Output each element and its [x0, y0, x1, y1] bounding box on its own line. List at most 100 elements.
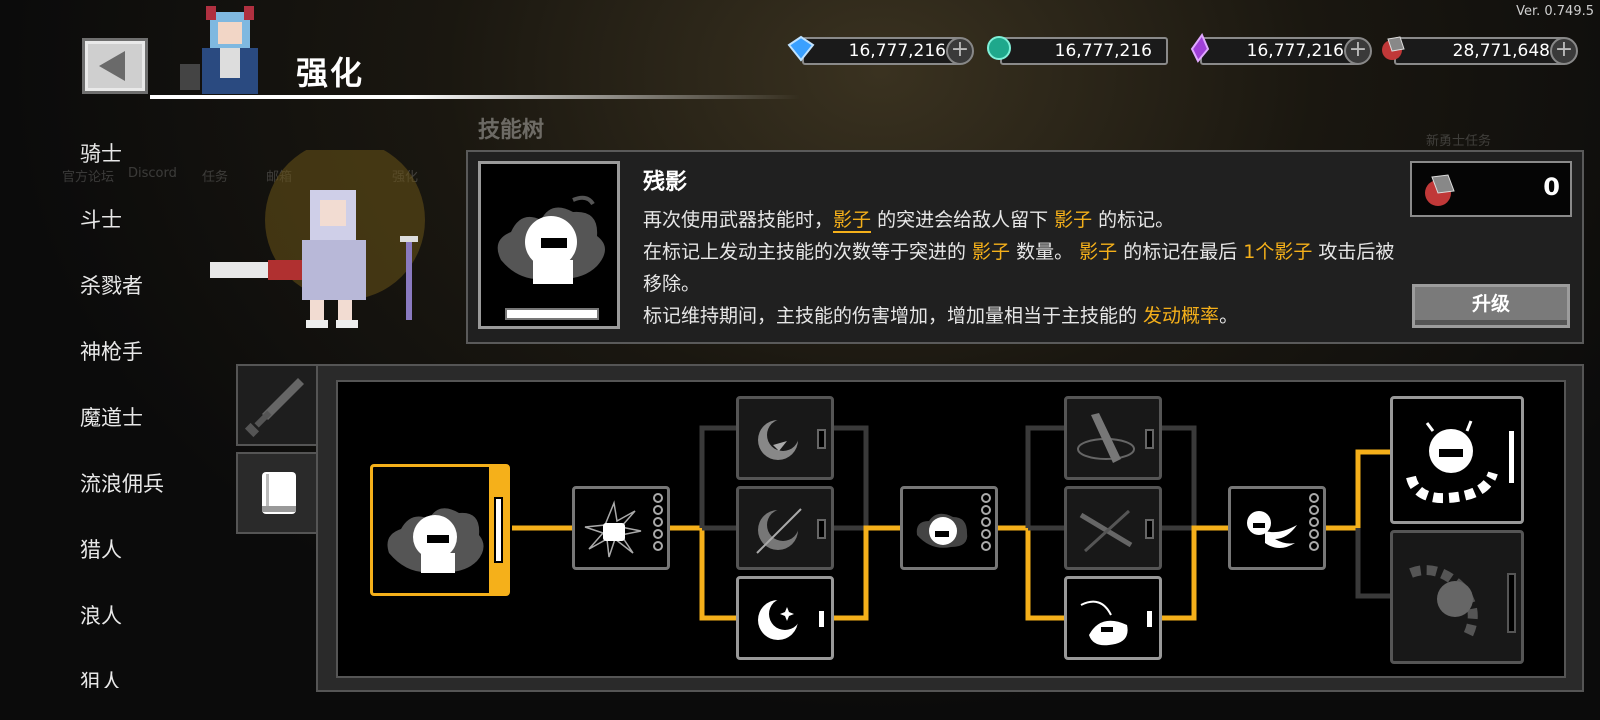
class-item-mage[interactable]: 魔道士 [80, 402, 143, 432]
skill-node-fist[interactable] [572, 486, 670, 570]
skill-node-ultimate-a[interactable] [1390, 396, 1524, 524]
skill-tree-panel [316, 364, 1584, 692]
afterimage-icon [387, 508, 484, 573]
raccoon-ultimate-icon [1406, 420, 1498, 503]
node-slot [1145, 609, 1154, 629]
desc-text: 的标记在最后 [1117, 241, 1244, 263]
cross-slash-icon [1079, 509, 1133, 553]
dark-moon-icon [758, 419, 799, 460]
skill-node-cross-slash[interactable] [1064, 486, 1162, 570]
teal-crystal-icon [987, 36, 1011, 60]
fist-burst-icon [584, 500, 642, 558]
currency-gem: 16,777,216 + [787, 35, 974, 65]
currency-teal: 16,777,216 [987, 36, 1168, 65]
desc-text: 在标记上发动主技能的次数等于突进的 [643, 241, 973, 263]
desc-text: 。 [1219, 305, 1239, 327]
title-underline [150, 95, 800, 99]
shadow-dash-icon [1247, 511, 1297, 548]
add-purple-button[interactable]: + [1344, 37, 1372, 65]
skill-node-ultimate-b[interactable] [1390, 530, 1524, 664]
sword-icon [244, 378, 304, 438]
desc-text: 再次使用武器技能时， [643, 209, 834, 231]
desc-text: 的突进会给敌人留下 [871, 209, 1055, 231]
skill-info-panel: 残影 再次使用武器技能时，影子 的突进会给敌人留下 影子 的标记。 在标记上发动… [466, 150, 1584, 344]
skill-name: 残影 [643, 170, 688, 195]
skill-node-crescent[interactable] [736, 576, 834, 660]
node-level-pips [981, 493, 991, 551]
skill-node-shadow-strike[interactable] [1064, 576, 1162, 660]
node-level-pips [1309, 493, 1319, 551]
skill-description: 再次使用武器技能时，影子 的突进会给敌人留下 影子 的标记。 在标记上发动主技能… [643, 204, 1403, 332]
bg-section-label: 技能树 [478, 118, 545, 143]
node-slot [1507, 573, 1516, 633]
class-item-ronin[interactable]: 浪人 [80, 600, 122, 630]
selected-skill-icon [478, 161, 620, 329]
node-slot [1145, 519, 1154, 539]
skill-node-afterimage[interactable] [370, 464, 510, 596]
skill-level-bar [505, 308, 599, 320]
node-level-pips [653, 493, 663, 551]
class-item-hunter[interactable]: 猎人 [80, 534, 122, 564]
class-item-mercenary[interactable]: 流浪佣兵 [80, 468, 164, 498]
cost-value: 0 [1543, 173, 1560, 201]
currency-value: 28,771,648 [1452, 41, 1550, 61]
version-label: Ver. 0.749.5 [1516, 4, 1594, 19]
skill-node-greatsword[interactable] [1064, 396, 1162, 480]
book-icon [262, 472, 296, 514]
shadow-afterimage-icon [497, 195, 605, 284]
skill-node-shadow-dash[interactable] [1228, 486, 1326, 570]
currency-value: 16,777,216 [1246, 41, 1344, 61]
desc-keyword: 影子 [1079, 241, 1118, 263]
purple-crystal-icon [1190, 33, 1210, 63]
back-button[interactable] [82, 38, 148, 94]
bg-quest-label: 新勇士任务 [1426, 134, 1492, 149]
back-arrow-icon [99, 51, 125, 81]
class-item-knight[interactable]: 骑士 [80, 138, 122, 168]
desc-text: 的标记。 [1092, 209, 1175, 231]
currency-ore: 28,771,648 + [1382, 36, 1578, 65]
desc-text: 数量。 [1010, 241, 1080, 263]
skill-tree [336, 380, 1566, 678]
node-slot [817, 429, 826, 449]
crescent-moon-icon [758, 598, 801, 640]
add-ore-button[interactable]: + [1550, 37, 1578, 65]
bg-nav-forum: 官方论坛 [62, 170, 115, 185]
class-item-gunner[interactable]: 神枪手 [80, 336, 143, 366]
node-slot [1507, 429, 1516, 485]
slash-moon-icon [756, 508, 802, 554]
class-item-slayer[interactable]: 杀戮者 [80, 270, 143, 300]
node-slot [817, 519, 826, 539]
node-slot [1145, 429, 1154, 449]
desc-keyword[interactable]: 影子 [833, 209, 872, 233]
desc-keyword: 影子 [972, 241, 1011, 263]
shadow-strike-icon [1080, 600, 1128, 646]
class-item-fighter[interactable]: 斗士 [80, 204, 122, 234]
skill-node-slash-moon[interactable] [736, 486, 834, 570]
add-gem-button[interactable]: + [946, 37, 974, 65]
tab-book[interactable] [236, 452, 318, 534]
class-item-sniper[interactable]: 狙人 [80, 666, 122, 688]
ore-icon [1425, 174, 1455, 206]
character-sprite [210, 150, 425, 328]
upgrade-cost: 0 [1410, 161, 1572, 217]
desc-keyword: 发动概率 [1143, 305, 1220, 327]
tab-weapon[interactable] [236, 364, 320, 446]
shadow-rush-icon [916, 513, 968, 548]
hero-portrait [180, 6, 258, 94]
desc-text: 标记维持期间，主技能的伤害增加，增加量相当于主技能的 [643, 305, 1144, 327]
bg-nav-discord: Discord [128, 166, 177, 181]
skill-node-shadow-rush[interactable] [900, 486, 998, 570]
diamond-icon [787, 35, 815, 62]
desc-keyword: 1个影子 [1243, 241, 1313, 263]
raccoon-ultimate-locked-icon [1409, 565, 1478, 640]
desc-keyword: 影子 [1054, 209, 1093, 231]
upgrade-button[interactable]: 升级 [1412, 284, 1570, 328]
page-title: 强化 [296, 54, 365, 92]
node-slot [817, 609, 826, 629]
skill-node-dark-moon[interactable] [736, 396, 834, 480]
ore-icon [1382, 36, 1405, 60]
currency-purple: 16,777,216 + [1190, 33, 1372, 65]
greatsword-icon [1077, 413, 1135, 463]
currency-value: 16,777,216 [1054, 41, 1152, 61]
currency-value: 16,777,216 [848, 41, 946, 61]
